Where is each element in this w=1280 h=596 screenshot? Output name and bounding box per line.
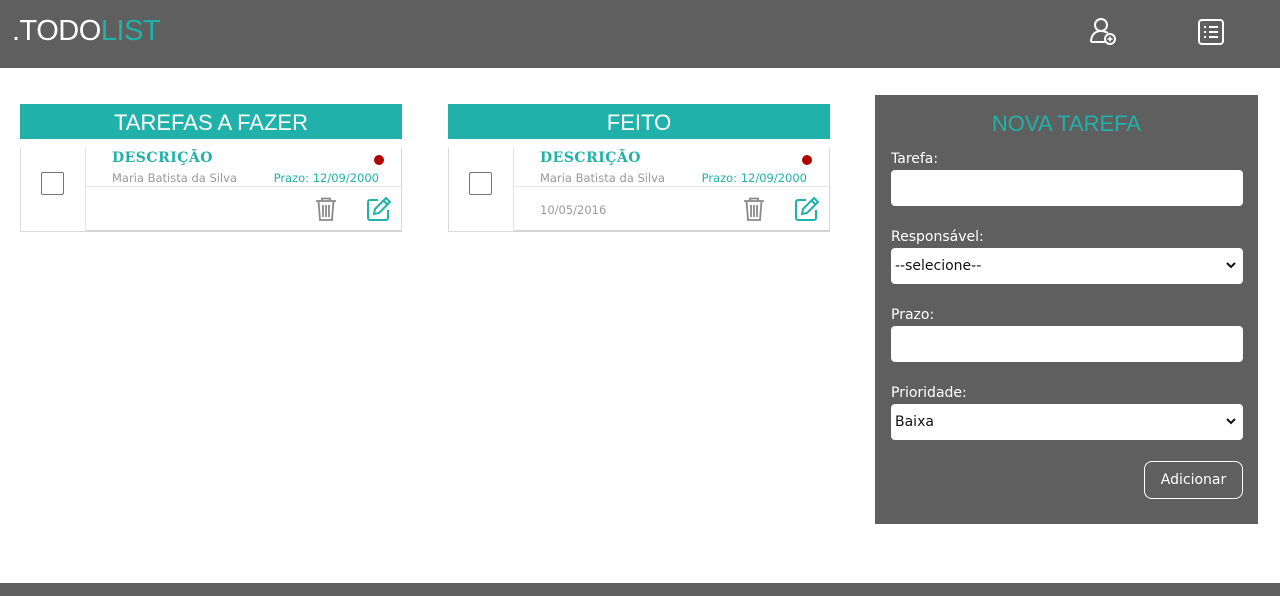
edit-task-button[interactable] <box>365 195 393 223</box>
logo-prefix: .TODO <box>12 15 101 47</box>
add-user-icon <box>1090 18 1116 45</box>
add-task-button[interactable]: Adicionar <box>1144 461 1243 499</box>
priority-select[interactable]: Baixa <box>891 404 1243 440</box>
task-checkbox[interactable] <box>41 172 64 195</box>
task-owner: Maria Batista da Silva <box>540 171 665 185</box>
edit-icon <box>367 196 392 221</box>
add-user-button[interactable] <box>1085 14 1121 50</box>
card-bottom-border <box>86 230 401 232</box>
trash-icon <box>744 197 764 221</box>
priority-label: Prioridade: <box>891 385 967 401</box>
task-done-date: 10/05/2016 <box>540 203 607 217</box>
deadline-label: Prazo: <box>891 307 935 323</box>
chevron-down-icon <box>1226 418 1236 425</box>
app-header: .TODOLIST <box>0 0 1280 68</box>
card-bottom-border <box>514 230 829 232</box>
deadline-input[interactable] <box>891 326 1243 362</box>
edit-task-button[interactable] <box>793 195 821 223</box>
card-divider <box>514 186 829 187</box>
task-deadline: Prazo: 12/09/2000 <box>701 171 807 185</box>
priority-dot <box>374 155 384 165</box>
task-card: DESCRIÇÃO Maria Batista da Silva Prazo: … <box>448 148 830 232</box>
task-input[interactable] <box>891 170 1243 206</box>
trash-icon <box>316 197 336 221</box>
card-divider <box>86 186 401 187</box>
app-logo[interactable]: .TODOLIST <box>12 14 161 48</box>
new-task-panel: NOVA TAREFA Tarefa: Responsável: --selec… <box>875 95 1258 524</box>
done-column: FEITO DESCRIÇÃO Maria Batista da Silva P… <box>448 104 830 232</box>
task-checkbox[interactable] <box>469 172 492 195</box>
priority-dot <box>802 155 812 165</box>
task-deadline: Prazo: 12/09/2000 <box>273 171 379 185</box>
task-owner: Maria Batista da Silva <box>112 171 237 185</box>
owner-select-value: --selecione-- <box>895 258 982 274</box>
app-footer <box>0 583 1280 596</box>
task-label: Tarefa: <box>891 151 939 167</box>
list-icon <box>1198 19 1224 45</box>
task-card: DESCRIÇÃO Maria Batista da Silva Prazo: … <box>20 148 402 232</box>
owner-select[interactable]: --selecione-- <box>891 248 1243 284</box>
done-column-title: FEITO <box>448 104 830 139</box>
logo-accent: LIST <box>100 15 161 47</box>
task-list-button[interactable] <box>1193 14 1229 50</box>
chevron-down-icon <box>1226 262 1236 269</box>
delete-task-button[interactable] <box>314 196 338 222</box>
task-description: DESCRIÇÃO <box>540 150 641 166</box>
todo-column: TAREFAS A FAZER DESCRIÇÃO Maria Batista … <box>20 104 402 232</box>
priority-select-value: Baixa <box>895 414 934 430</box>
task-description: DESCRIÇÃO <box>112 150 213 166</box>
owner-label: Responsável: <box>891 229 984 245</box>
delete-task-button[interactable] <box>742 196 766 222</box>
new-task-title: NOVA TAREFA <box>991 111 1142 136</box>
edit-icon <box>795 196 820 221</box>
todo-column-title: TAREFAS A FAZER <box>20 104 402 139</box>
